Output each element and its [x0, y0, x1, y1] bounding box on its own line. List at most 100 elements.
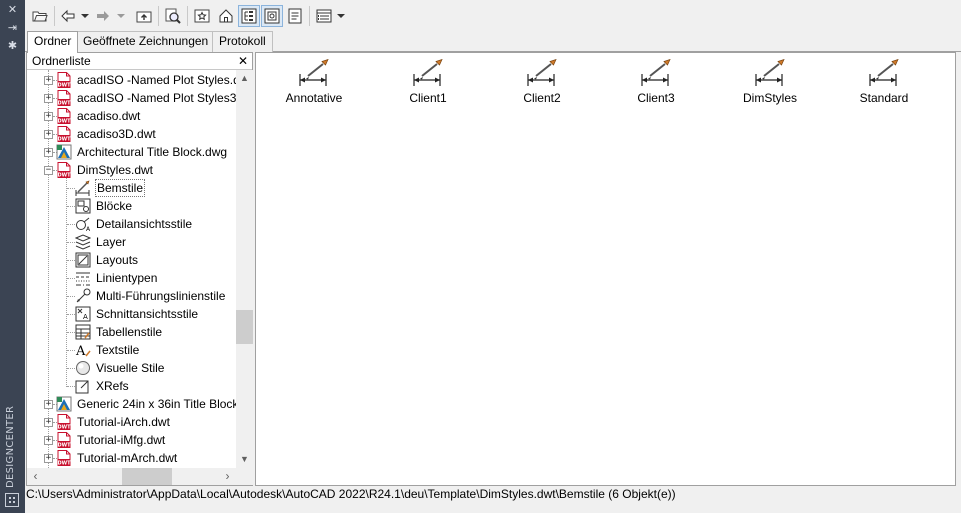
folder-list-title: Ordnerliste: [32, 54, 91, 68]
dimstyle-item[interactable]: Standard: [827, 59, 941, 109]
up-folder-icon[interactable]: [133, 5, 155, 27]
tree-item[interactable]: + Architectural Title Block.dwg: [44, 143, 236, 161]
collapse-icon[interactable]: −: [44, 165, 53, 175]
palette-title-bar[interactable]: ✕ ⇥ ✱ DESIGNCENTER: [0, 0, 25, 513]
tree-item-label: Visuelle Stile: [96, 361, 165, 375]
tree-item-label: Bemstile: [95, 179, 146, 197]
scroll-thumb[interactable]: [122, 468, 172, 485]
tree-item[interactable]: + DWT acadiso3D.dwt: [44, 125, 236, 143]
back-arrow-icon[interactable]: [58, 5, 78, 27]
autohide-icon[interactable]: ⇥: [0, 20, 25, 36]
visual-style-icon: [72, 360, 95, 376]
dimstyle-item[interactable]: DimStyles: [713, 59, 827, 109]
tree-item-label: Tutorial-iMfg.dwt: [77, 433, 166, 447]
scroll-left-icon[interactable]: ‹: [27, 468, 44, 485]
expand-icon[interactable]: +: [44, 129, 53, 139]
back-dropdown-icon[interactable]: [79, 5, 91, 27]
home-icon[interactable]: [215, 5, 237, 27]
views-dropdown-icon[interactable]: [335, 5, 347, 27]
tree-item-label: Textstile: [96, 343, 140, 357]
dimstyle-item[interactable]: Client1: [371, 59, 485, 109]
open-folder-icon[interactable]: [29, 5, 51, 27]
tab-geoeffnete-zeichnungen[interactable]: Geöffnete Zeichnungen: [76, 31, 216, 52]
search-icon[interactable]: [162, 5, 184, 27]
expand-icon[interactable]: +: [44, 453, 53, 463]
tab-ordner[interactable]: Ordner: [27, 31, 79, 53]
close-icon[interactable]: ✕: [0, 2, 25, 18]
tree-view-icon[interactable]: [238, 5, 260, 27]
tree-item[interactable]: + DWT Tutorial-iArch.dwt: [44, 413, 236, 431]
tree-item-label: Schnittansichtsstile: [96, 307, 199, 321]
dimstyle-item[interactable]: Client3: [599, 59, 713, 109]
expand-icon[interactable]: +: [44, 111, 53, 121]
tab-protokoll[interactable]: Protokoll: [212, 31, 273, 52]
folder-tree[interactable]: + DWT acadISO -Named Plot Styles.d + DWT acad…: [27, 70, 236, 468]
expand-icon[interactable]: +: [44, 435, 53, 445]
dimstyle-icon: [371, 59, 485, 87]
tree-subitem[interactable]: XRefs: [72, 377, 236, 395]
status-bar: C:\Users\Administrator\AppData\Local\Aut…: [25, 486, 961, 504]
dimstyle-icon: [599, 59, 713, 87]
forward-dropdown-icon[interactable]: [115, 5, 127, 27]
favorites-icon[interactable]: [191, 5, 213, 27]
tree-item[interactable]: + DWT acadiso.dwt: [44, 107, 236, 125]
dimstyle-icon: [257, 59, 371, 87]
dwg-file-icon: [53, 396, 76, 412]
scroll-up-icon[interactable]: ▲: [236, 70, 253, 87]
dimstyle-item[interactable]: Client2: [485, 59, 599, 109]
expand-icon[interactable]: +: [44, 147, 53, 157]
svg-text:DWT: DWT: [57, 460, 71, 466]
palette-menu-icon[interactable]: [5, 493, 19, 507]
tree-item-label: Tutorial-mArch.dwt: [77, 451, 178, 465]
tree-item[interactable]: + DWT acadISO -Named Plot Styles3D: [44, 89, 236, 107]
tree-item-label: Tabellenstile: [96, 325, 163, 339]
expand-icon[interactable]: +: [44, 417, 53, 427]
tree-item[interactable]: + DWT Tutorial-iMfg.dwt: [44, 431, 236, 449]
tree-subitem[interactable]: A Detailansichtsstile: [72, 215, 236, 233]
content-area[interactable]: Annotative Client1 Client2 Client3 DimStyles…: [255, 52, 956, 486]
dwt-file-icon: DWT: [53, 72, 76, 88]
properties-icon[interactable]: ✱: [0, 38, 25, 54]
svg-text:DWT: DWT: [57, 442, 71, 448]
tree-item[interactable]: + DWT Tutorial-mArch.dwt: [44, 449, 236, 467]
tree-subitem[interactable]: Tabellenstile: [72, 323, 236, 341]
dimstyle-item-label: Client2: [523, 91, 561, 105]
tree-item[interactable]: + DWT acadISO -Named Plot Styles.d: [44, 71, 236, 89]
vertical-scrollbar[interactable]: ▲ ▼: [236, 70, 253, 468]
tree-subitem[interactable]: Layouts: [72, 251, 236, 269]
horizontal-scrollbar[interactable]: ‹ ›: [27, 468, 236, 485]
tree-subitem[interactable]: A Textstile: [72, 341, 236, 359]
linetype-icon: [72, 270, 95, 286]
multileader-style-icon: [72, 288, 95, 304]
views-icon[interactable]: [313, 5, 335, 27]
scroll-thumb[interactable]: [236, 310, 253, 344]
section-view-style-icon: A: [72, 306, 95, 322]
dimstyle-item[interactable]: Annotative: [257, 59, 371, 109]
tree-item[interactable]: + Generic 24in x 36in Title Block: [44, 395, 236, 413]
scroll-down-icon[interactable]: ▼: [236, 451, 253, 468]
dimstyle-item-label: Client3: [637, 91, 675, 105]
tree-subitem[interactable]: A Schnittansichtsstile: [72, 305, 236, 323]
tree-item-label: acadISO -Named Plot Styles3D: [77, 91, 236, 105]
description-icon[interactable]: [284, 5, 306, 27]
tree-item[interactable]: − DWT DimStyles.dwt: [44, 161, 236, 179]
preview-icon[interactable]: [261, 5, 283, 27]
tree-subitem[interactable]: Linientypen: [72, 269, 236, 287]
tree-subitem[interactable]: Multi-Führungslinienstile: [72, 287, 236, 305]
close-icon[interactable]: ✕: [238, 53, 248, 69]
forward-arrow-icon[interactable]: [93, 5, 113, 27]
dimstyle-icon: [827, 59, 941, 87]
tree-subitem[interactable]: Layer: [72, 233, 236, 251]
dwt-file-icon: DWT: [53, 432, 76, 448]
tree-subitem[interactable]: Bemstile: [72, 179, 236, 197]
tree-subitem[interactable]: Visuelle Stile: [72, 359, 236, 377]
dimstyle-item-label: Annotative: [285, 91, 343, 105]
tree-subitem[interactable]: Blöcke: [72, 197, 236, 215]
svg-text:DWT: DWT: [57, 118, 71, 124]
svg-text:DWT: DWT: [57, 100, 71, 106]
expand-icon[interactable]: +: [44, 75, 53, 85]
tree-item-label: Blöcke: [96, 199, 133, 213]
expand-icon[interactable]: +: [44, 93, 53, 103]
expand-icon[interactable]: +: [44, 399, 53, 409]
scroll-right-icon[interactable]: ›: [219, 468, 236, 485]
